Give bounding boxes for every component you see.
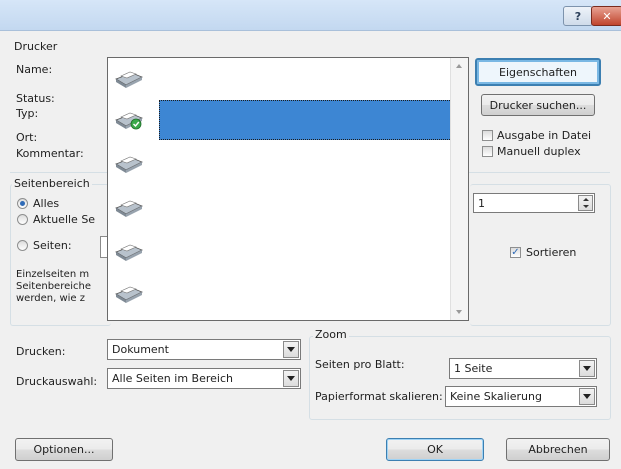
range-hint-line1: Einzelseiten m: [16, 269, 90, 280]
chevron-down-icon: [287, 347, 295, 352]
page-range-group-title: Seitenbereich: [12, 177, 92, 190]
help-button[interactable]: ?: [563, 6, 593, 26]
printer-group-title: Drucker: [12, 40, 60, 53]
print-what-label: Drucken:: [16, 345, 66, 358]
printer-icon: [115, 112, 143, 130]
range-pages-radio[interactable]: [17, 240, 28, 251]
printer-icon: [115, 286, 143, 303]
ok-button[interactable]: OK: [386, 438, 484, 461]
zoom-group-title: Zoom: [313, 328, 349, 341]
copies-spinner[interactable]: 1: [473, 193, 595, 213]
scale-to-paper-value: Keine Skalierung: [450, 390, 542, 403]
pages-per-sheet-combo-arrow[interactable]: [579, 360, 595, 377]
print-selection-value: Alle Seiten im Bereich: [112, 372, 233, 385]
printer-list-item[interactable]: [108, 58, 452, 98]
pages-per-sheet-combo[interactable]: 1 Seite: [449, 358, 597, 379]
printer-status-label: Status:: [16, 92, 55, 105]
print-selection-label: Druckauswahl:: [16, 375, 98, 388]
manual-duplex-label: Manuell duplex: [497, 145, 581, 158]
pages-per-sheet-label: Seiten pro Blatt:: [315, 358, 405, 371]
scale-to-paper-combo[interactable]: Keine Skalierung: [445, 386, 597, 407]
pages-per-sheet-value: 1 Seite: [454, 362, 493, 375]
chevron-up-icon: [582, 198, 589, 201]
printer-icon: [115, 244, 143, 261]
manual-duplex-checkbox[interactable]: [482, 146, 493, 157]
printer-type-label: Typ:: [16, 107, 39, 120]
radio-dot: [20, 201, 25, 206]
printer-list-item[interactable]: [108, 230, 452, 270]
printer-comment-label: Kommentar:: [16, 147, 84, 160]
print-what-combo-arrow[interactable]: [283, 341, 299, 358]
collate-label: Sortieren: [526, 246, 577, 259]
print-selection-combo[interactable]: Alle Seiten im Bereich: [107, 368, 301, 389]
printer-list-item[interactable]: [108, 142, 452, 182]
range-current-label: Aktuelle Se: [33, 213, 96, 226]
printer-icon: [115, 156, 143, 173]
range-hint-line2: Seitenbereiche: [16, 281, 91, 292]
title-bar: [0, 0, 621, 31]
range-all-label: Alles: [33, 197, 60, 210]
print-what-combo[interactable]: Dokument: [107, 339, 301, 360]
range-all-radio[interactable]: [17, 198, 28, 209]
chevron-down-icon: [583, 394, 591, 399]
close-button[interactable]: ✕: [591, 6, 621, 26]
options-button[interactable]: Optionen...: [15, 438, 113, 461]
range-hint-line3: werden, wie z: [16, 293, 85, 304]
scroll-down-arrow-icon[interactable]: [456, 310, 462, 314]
find-printer-button[interactable]: Drucker suchen...: [481, 94, 595, 116]
copies-spin-buttons[interactable]: [578, 195, 593, 211]
range-pages-label: Seiten:: [33, 239, 72, 252]
dropdown-scrollbar[interactable]: [450, 58, 468, 320]
printer-list-item-selected[interactable]: [159, 100, 452, 140]
printer-list-item[interactable]: [108, 186, 452, 226]
collate-checkbox[interactable]: ✓: [510, 247, 521, 258]
scale-to-paper-combo-arrow[interactable]: [579, 388, 595, 405]
printer-dropdown-list[interactable]: [107, 57, 469, 321]
scroll-up-arrow-icon[interactable]: [456, 64, 462, 68]
print-what-value: Dokument: [112, 343, 169, 356]
cancel-button[interactable]: Abbrechen: [506, 438, 610, 461]
chevron-down-icon: [582, 205, 589, 208]
print-to-file-checkbox[interactable]: [482, 130, 493, 141]
printer-list-item[interactable]: [108, 272, 452, 312]
properties-button[interactable]: Eigenschaften: [475, 58, 601, 86]
printer-icon: [115, 71, 143, 88]
range-current-radio[interactable]: [17, 214, 28, 225]
printer-icon: [115, 200, 143, 217]
chevron-down-icon: [287, 376, 295, 381]
print-to-file-label: Ausgabe in Datei: [497, 129, 592, 142]
scale-to-paper-label: Papierformat skalieren:: [315, 390, 443, 403]
chevron-down-icon: [583, 366, 591, 371]
printer-location-label: Ort:: [16, 131, 38, 144]
printer-name-label: Name:: [16, 63, 53, 76]
print-selection-combo-arrow[interactable]: [283, 370, 299, 387]
